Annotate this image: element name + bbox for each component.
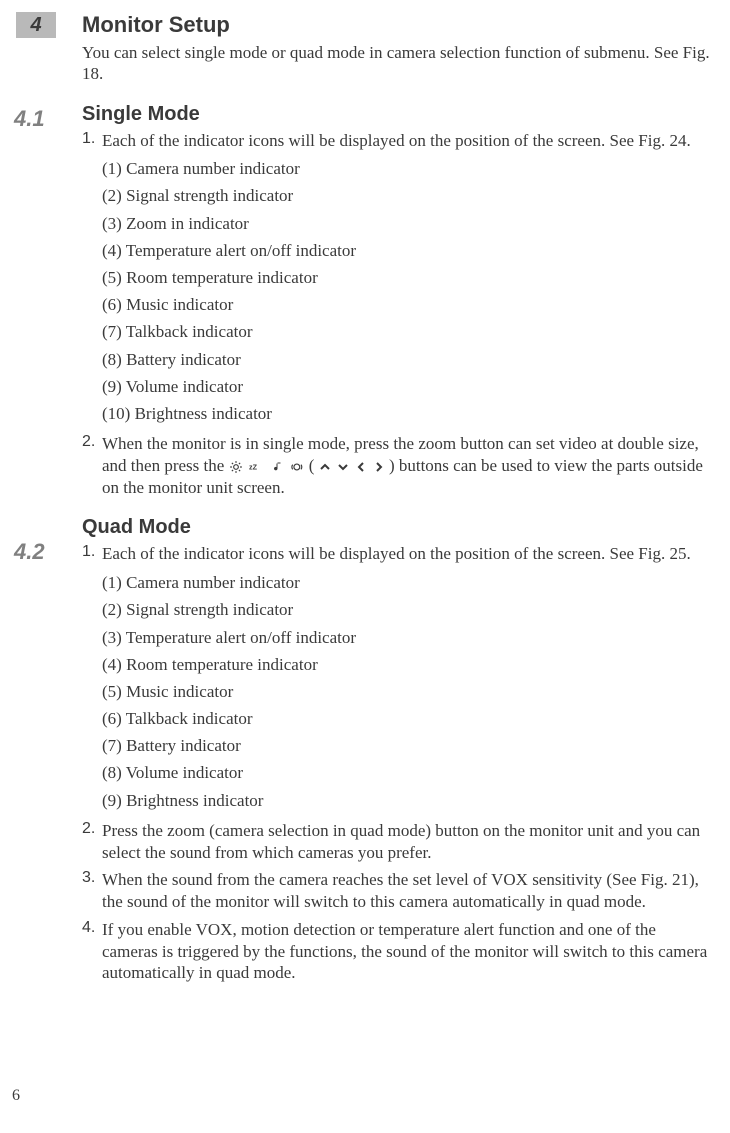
- single-mode-list: 1. Each of the indicator icons will be d…: [82, 130, 710, 499]
- text-fragment: (: [309, 456, 319, 475]
- list-text: When the sound from the camera reaches t…: [102, 869, 710, 913]
- list-item: 3. When the sound from the camera reache…: [82, 869, 710, 913]
- list-text: If you enable VOX, motion detection or t…: [102, 919, 710, 984]
- sublist-item: (8) Volume indicator: [102, 759, 710, 786]
- list-number: 4.: [82, 919, 102, 937]
- sublist-item: (3) Zoom in indicator: [102, 210, 710, 237]
- sublist-item: (5) Room temperature indicator: [102, 264, 710, 291]
- sublist-item: (9) Brightness indicator: [102, 787, 710, 814]
- list-text: When the monitor is in single mode, pres…: [102, 433, 710, 498]
- section-intro: You can select single mode or quad mode …: [82, 42, 710, 85]
- list-number: 1.: [82, 543, 102, 561]
- list-item: 2. Press the zoom (camera selection in q…: [82, 820, 710, 864]
- sublist-item: (4) Room temperature indicator: [102, 651, 710, 678]
- list-number: 2.: [82, 820, 102, 838]
- subsection-number: 4.1: [14, 106, 45, 132]
- sublist-item: (1) Camera number indicator: [102, 155, 710, 182]
- sublist-item: (10) Brightness indicator: [102, 400, 710, 427]
- list-item: 4. If you enable VOX, motion detection o…: [82, 919, 710, 984]
- section-title: Monitor Setup: [82, 12, 710, 38]
- arrow-icons-group: [319, 461, 385, 473]
- list-text: Each of the indicator icons will be disp…: [102, 544, 691, 563]
- subsection-title: Single Mode: [82, 103, 710, 126]
- list-text: Press the zoom (camera selection in quad…: [102, 820, 710, 864]
- sublist-item: (9) Volume indicator: [102, 373, 710, 400]
- subsection-number: 4.2: [14, 539, 45, 565]
- list-item: 1. Each of the indicator icons will be d…: [82, 130, 710, 428]
- list-item: 2. When the monitor is in single mode, p…: [82, 433, 710, 498]
- list-number: 1.: [82, 130, 102, 148]
- talkback-icon: [291, 460, 305, 474]
- sun-icon: [229, 460, 243, 474]
- sublist-item: (8) Battery indicator: [102, 346, 710, 373]
- chevron-left-icon: [355, 461, 367, 473]
- sublist-item: (2) Signal strength indicator: [102, 182, 710, 209]
- sublist-item: (6) Music indicator: [102, 291, 710, 318]
- page-number: 6: [12, 1087, 20, 1105]
- sublist-item: (1) Camera number indicator: [102, 569, 710, 596]
- sublist-item: (5) Music indicator: [102, 678, 710, 705]
- sublist-item: (4) Temperature alert on/off indicator: [102, 237, 710, 264]
- list-number: 3.: [82, 869, 102, 887]
- chevron-right-icon: [373, 461, 385, 473]
- chevron-down-icon: [337, 461, 349, 473]
- chevron-up-icon: [319, 461, 331, 473]
- svg-text:zZ: zZ: [249, 462, 258, 471]
- music-note-icon: [273, 460, 285, 474]
- list-item: 1. Each of the indicator icons will be d…: [82, 543, 710, 813]
- button-icons-group: zZ: [229, 460, 305, 474]
- indicator-sublist: (1) Camera number indicator (2) Signal s…: [102, 155, 710, 427]
- sublist-item: (7) Talkback indicator: [102, 318, 710, 345]
- list-number: 2.: [82, 433, 102, 451]
- sublist-item: (2) Signal strength indicator: [102, 596, 710, 623]
- sublist-item: (3) Temperature alert on/off indicator: [102, 624, 710, 651]
- list-text: Each of the indicator icons will be disp…: [102, 131, 691, 150]
- sublist-item: (6) Talkback indicator: [102, 705, 710, 732]
- sublist-item: (7) Battery indicator: [102, 732, 710, 759]
- subsection-title: Quad Mode: [82, 516, 710, 539]
- zz-icon: zZ: [249, 461, 267, 473]
- indicator-sublist: (1) Camera number indicator (2) Signal s…: [102, 569, 710, 814]
- quad-mode-list: 1. Each of the indicator icons will be d…: [82, 543, 710, 984]
- section-number-badge: 4: [16, 12, 56, 38]
